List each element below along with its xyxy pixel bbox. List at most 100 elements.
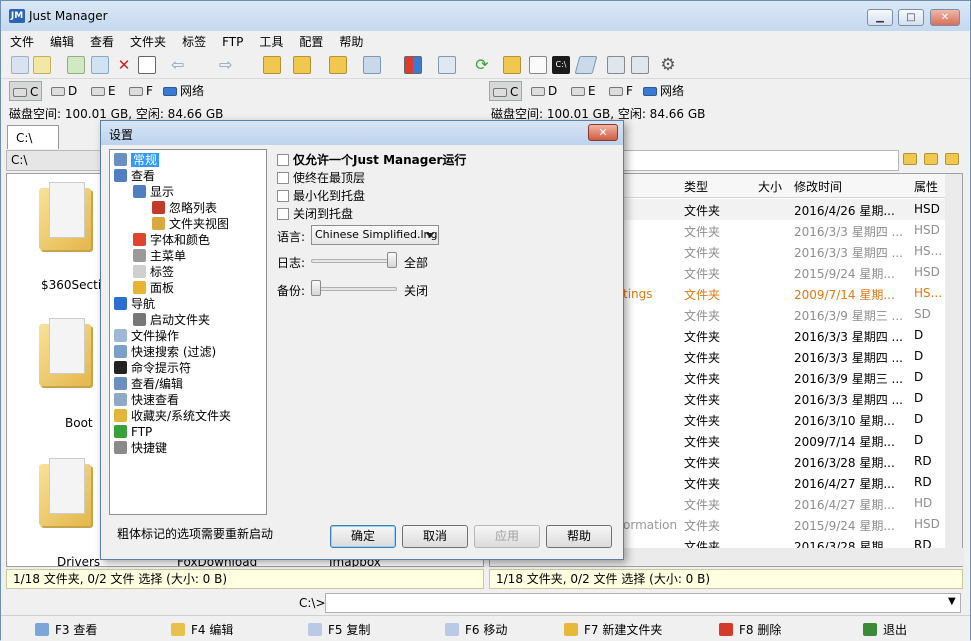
tree-item[interactable]: 快速搜索 (过滤) [114,344,216,360]
edit-icon[interactable] [33,56,51,74]
right-drive-d[interactable]: D [531,81,557,101]
view-mode-icon[interactable] [404,56,422,74]
folder-icon[interactable] [31,314,101,394]
single-instance-checkbox[interactable]: 仅允许一个Just Manager运行 [277,153,466,169]
settings-gear-icon[interactable]: ⚙ [659,56,677,74]
tree-item[interactable]: 收藏夹/系统文件夹 [114,408,231,424]
tree-item[interactable]: 命令提示符 [114,360,191,376]
checkbox-box[interactable] [277,208,289,220]
tree-item[interactable]: 快速查看 [114,392,179,408]
tree-item[interactable]: 常规 [114,152,160,168]
f4-edit-button[interactable]: F4 编辑 [171,621,233,638]
cancel-button[interactable]: 取消 [402,525,468,548]
dialog-close-button[interactable]: ✕ [588,124,618,141]
properties-icon[interactable] [138,56,156,74]
right-drive-c[interactable]: C [489,81,523,101]
menu-tabs[interactable]: 标签 [175,31,213,50]
menu-view[interactable]: 查看 [83,31,121,50]
column-size[interactable]: 大小 [758,178,782,195]
folder-new-icon[interactable] [945,153,959,165]
close-button[interactable]: ✕ [930,9,960,26]
tree-item[interactable]: 文件夹视图 [152,216,229,232]
exit-button[interactable]: 退出 [863,621,907,638]
back-icon[interactable]: ⇦ [171,56,189,74]
right-drive-f[interactable]: F [609,81,633,101]
slider-thumb[interactable] [311,280,321,296]
folder-up-icon[interactable] [903,153,917,165]
text-file-icon[interactable] [529,56,547,74]
help-button[interactable]: 帮助 [546,525,612,548]
new-file-icon[interactable] [11,56,29,74]
checkbox-box[interactable] [277,154,289,166]
column-attr[interactable]: 属性 [914,178,938,195]
command-input[interactable] [325,593,961,613]
drive-connect-icon[interactable] [607,56,625,74]
eraser-icon[interactable] [574,56,598,74]
folder-menu-icon[interactable] [293,56,311,74]
move-icon[interactable] [91,56,109,74]
tree-item[interactable]: 文件操作 [114,328,179,344]
open-folder-icon[interactable] [503,56,521,74]
folder-icon[interactable] [31,454,101,534]
copy-icon[interactable] [67,56,85,74]
layout-icon[interactable] [438,56,456,74]
tree-item[interactable]: 字体和颜色 [133,232,210,248]
left-drive-e[interactable]: E [91,81,116,101]
slider-thumb[interactable] [387,252,397,268]
refresh-icon[interactable]: ⟳ [473,56,491,74]
left-drive-c[interactable]: C [9,81,43,101]
apply-button[interactable]: 应用 [474,525,540,548]
tree-item[interactable]: 主菜单 [133,248,186,264]
tree-item[interactable]: 查看/编辑 [114,376,183,392]
f8-delete-button[interactable]: F8 删除 [719,621,781,638]
drive-disconnect-icon[interactable] [631,56,649,74]
ok-button[interactable]: 确定 [330,525,396,548]
left-drive-f[interactable]: F [129,81,153,101]
terminal-icon[interactable]: C:\ [552,56,570,74]
maximize-button[interactable]: □ [898,9,924,26]
menu-tools[interactable]: 工具 [252,31,290,50]
drive-menu-icon[interactable] [363,56,381,74]
always-on-top-checkbox[interactable]: 使终在最顶层 [277,171,365,187]
tree-item[interactable]: 查看 [114,168,155,184]
tree-item[interactable]: 面板 [133,280,174,296]
right-drive-e[interactable]: E [571,81,596,101]
menu-config[interactable]: 配置 [292,31,330,50]
minimize-button[interactable]: ▁ [867,9,893,26]
language-select[interactable]: Chinese Simplified.lng [311,225,439,245]
up-folder-icon[interactable] [263,56,281,74]
minimize-to-tray-checkbox[interactable]: 最小化到托盘 [277,189,365,205]
menu-file[interactable]: 文件 [3,31,41,50]
f3-view-button[interactable]: F3 查看 [35,621,97,638]
menu-ftp[interactable]: FTP [215,33,250,49]
tree-item[interactable]: 显示 [133,184,174,200]
left-drive-network[interactable]: 网络 [163,81,204,101]
tree-item[interactable]: 忽略列表 [152,200,217,216]
tree-item[interactable]: FTP [114,424,152,440]
column-type[interactable]: 类型 [684,178,708,195]
tree-item[interactable]: 导航 [114,296,155,312]
forward-icon[interactable]: ⇨ [219,56,237,74]
left-tab[interactable]: C:\ [7,125,59,149]
chevron-down-icon[interactable]: ▼ [948,596,956,607]
left-drive-d[interactable]: D [51,81,77,101]
menu-edit[interactable]: 编辑 [43,31,81,50]
right-drive-network[interactable]: 网络 [643,81,684,101]
menu-help[interactable]: 帮助 [332,31,370,50]
right-scrollbar[interactable] [945,174,962,548]
log-slider[interactable] [311,252,397,270]
tree-item[interactable]: 快捷键 [114,440,167,456]
f6-move-button[interactable]: F6 移动 [445,621,507,638]
column-modified[interactable]: 修改时间 [794,178,842,195]
f5-copy-button[interactable]: F5 复制 [308,621,370,638]
menu-folder[interactable]: 文件夹 [123,31,173,50]
close-to-tray-checkbox[interactable]: 关闭到托盘 [277,207,353,223]
folder-fav-icon[interactable] [924,153,938,165]
delete-icon[interactable]: ✕ [115,56,133,74]
tree-item[interactable]: 标签 [133,264,174,280]
folder-icon[interactable] [31,178,101,258]
backup-slider[interactable] [311,280,397,298]
favorites-toolbar-icon[interactable] [329,56,347,74]
checkbox-box[interactable] [277,172,289,184]
checkbox-box[interactable] [277,190,289,202]
